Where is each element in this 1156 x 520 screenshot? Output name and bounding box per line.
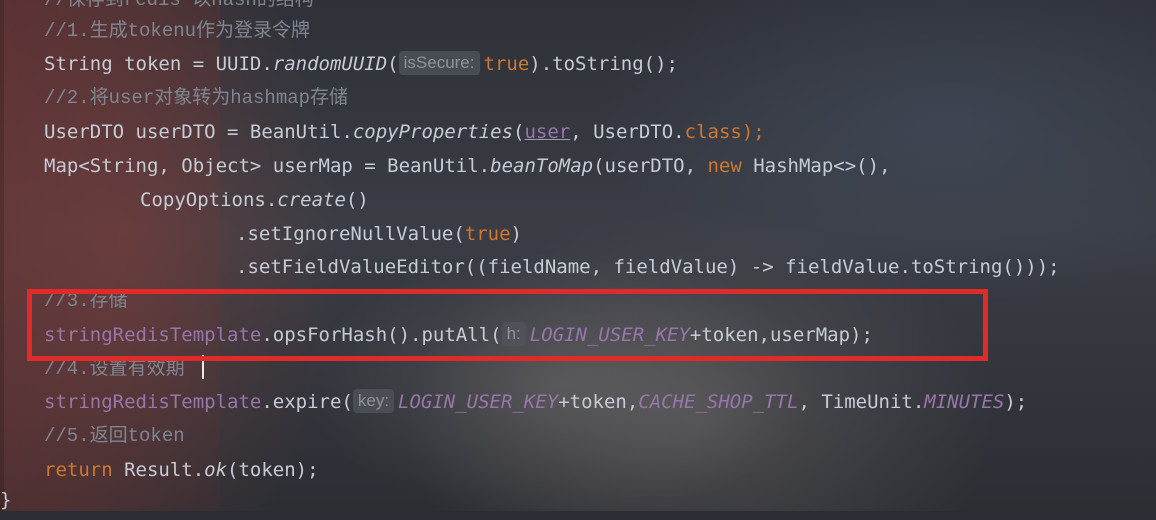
- keyword: new: [707, 155, 742, 177]
- code-line-usermap: Map<String, Object> userMap = BeanUtil.b…: [44, 149, 891, 183]
- code-editor[interactable]: //保存到redis 以hash的结构 //1.生成tokenu作为登录令牌 S…: [0, 0, 1156, 511]
- closing-brace: }: [0, 489, 12, 511]
- param-hint: isSecure:: [398, 51, 480, 75]
- code-text: );: [1004, 391, 1028, 413]
- code-text: , UserDTO.: [570, 121, 685, 143]
- code-text: Map<String, Object> userMap = BeanUtil.: [44, 155, 491, 177]
- code-line-token: String token = UUID.randomUUID(isSecure:…: [44, 47, 678, 81]
- code-line-copyoptions: CopyOptions.create(): [140, 183, 369, 217]
- method-name: randomUUID: [272, 53, 388, 75]
- code-line-expire: stringRedisTemplate.expire(key: LOGIN_USE…: [44, 385, 1027, 419]
- code-comment-line: //5.返回token: [44, 425, 185, 447]
- method-name: beanToMap: [490, 155, 594, 177]
- method-name: create: [277, 189, 346, 211]
- code-text: (): [345, 189, 369, 211]
- code-line-userdto: UserDTO userDTO = BeanUtil.copyPropertie…: [44, 115, 765, 149]
- keyword: true: [464, 223, 511, 245]
- code-text: (userDTO,: [593, 155, 708, 177]
- code-text: (: [387, 53, 399, 75]
- variable-ref: user: [524, 121, 571, 143]
- code-line-return: return Result.ok(token);: [44, 453, 319, 487]
- code-text: , TimeUnit.: [798, 391, 925, 413]
- code-text: ).toString();: [529, 53, 678, 75]
- field-ref: stringRedisTemplate: [44, 391, 262, 413]
- constant-ref: CACHE_SHOP_TTL: [638, 391, 799, 413]
- constant-ref: MINUTES: [924, 391, 1005, 413]
- code-text: (: [513, 121, 525, 143]
- keyword: return: [44, 459, 113, 481]
- highlight-annotation-box: [27, 289, 988, 361]
- constant-ref: LOGIN_USER_KEY: [398, 391, 559, 413]
- code-comment-line: //1.生成tokenu作为登录令牌: [44, 14, 310, 48]
- method-name: copyProperties: [352, 121, 514, 143]
- keyword: true: [483, 53, 530, 75]
- code-text: Result.: [112, 459, 205, 481]
- code-text: +token,: [558, 391, 639, 413]
- code-text: (token);: [227, 459, 319, 481]
- code-text: ): [510, 223, 522, 245]
- code-line-fieldeditor: .setFieldValueEditor((fieldName, fieldVa…: [236, 256, 1060, 278]
- code-text: String token = UUID.: [44, 53, 273, 75]
- code-text: CopyOptions.: [140, 189, 278, 211]
- code-text: .expire(: [261, 391, 353, 413]
- code-text: UserDTO userDTO = BeanUtil.: [44, 121, 353, 143]
- code-comment-line: //2.将user对象转为hashmap存储: [44, 87, 349, 109]
- comment-text: //1.生成tokenu作为登录令牌: [44, 20, 311, 42]
- code-text: );: [741, 121, 765, 143]
- method-name: ok: [204, 459, 228, 481]
- code-text: .setIgnoreNullValue(: [236, 223, 465, 245]
- code-line-ignorenull: .setIgnoreNullValue(true): [236, 217, 522, 251]
- code-text: HashMap<>(),: [741, 155, 891, 177]
- keyword: class: [684, 121, 742, 143]
- param-hint: key:: [352, 389, 395, 413]
